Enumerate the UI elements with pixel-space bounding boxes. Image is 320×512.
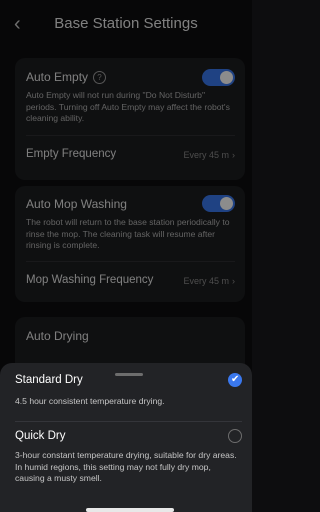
quick-dry-radio[interactable]: [228, 429, 242, 443]
standard-dry-radio[interactable]: ✔: [228, 373, 242, 387]
quick-dry-title[interactable]: Quick Dry: [15, 430, 65, 442]
quick-dry-description: 3-hour constant temperature drying, suit…: [15, 450, 237, 484]
drying-mode-sheet: Standard Dry ✔ 4.5 hour consistent tempe…: [0, 363, 252, 512]
divider: [15, 421, 242, 422]
home-indicator[interactable]: [86, 508, 174, 512]
sheet-drag-handle[interactable]: [115, 373, 143, 376]
standard-dry-title[interactable]: Standard Dry: [15, 374, 83, 386]
checkmark-icon: ✔: [231, 374, 240, 385]
standard-dry-description: 4.5 hour consistent temperature drying.: [15, 396, 165, 406]
